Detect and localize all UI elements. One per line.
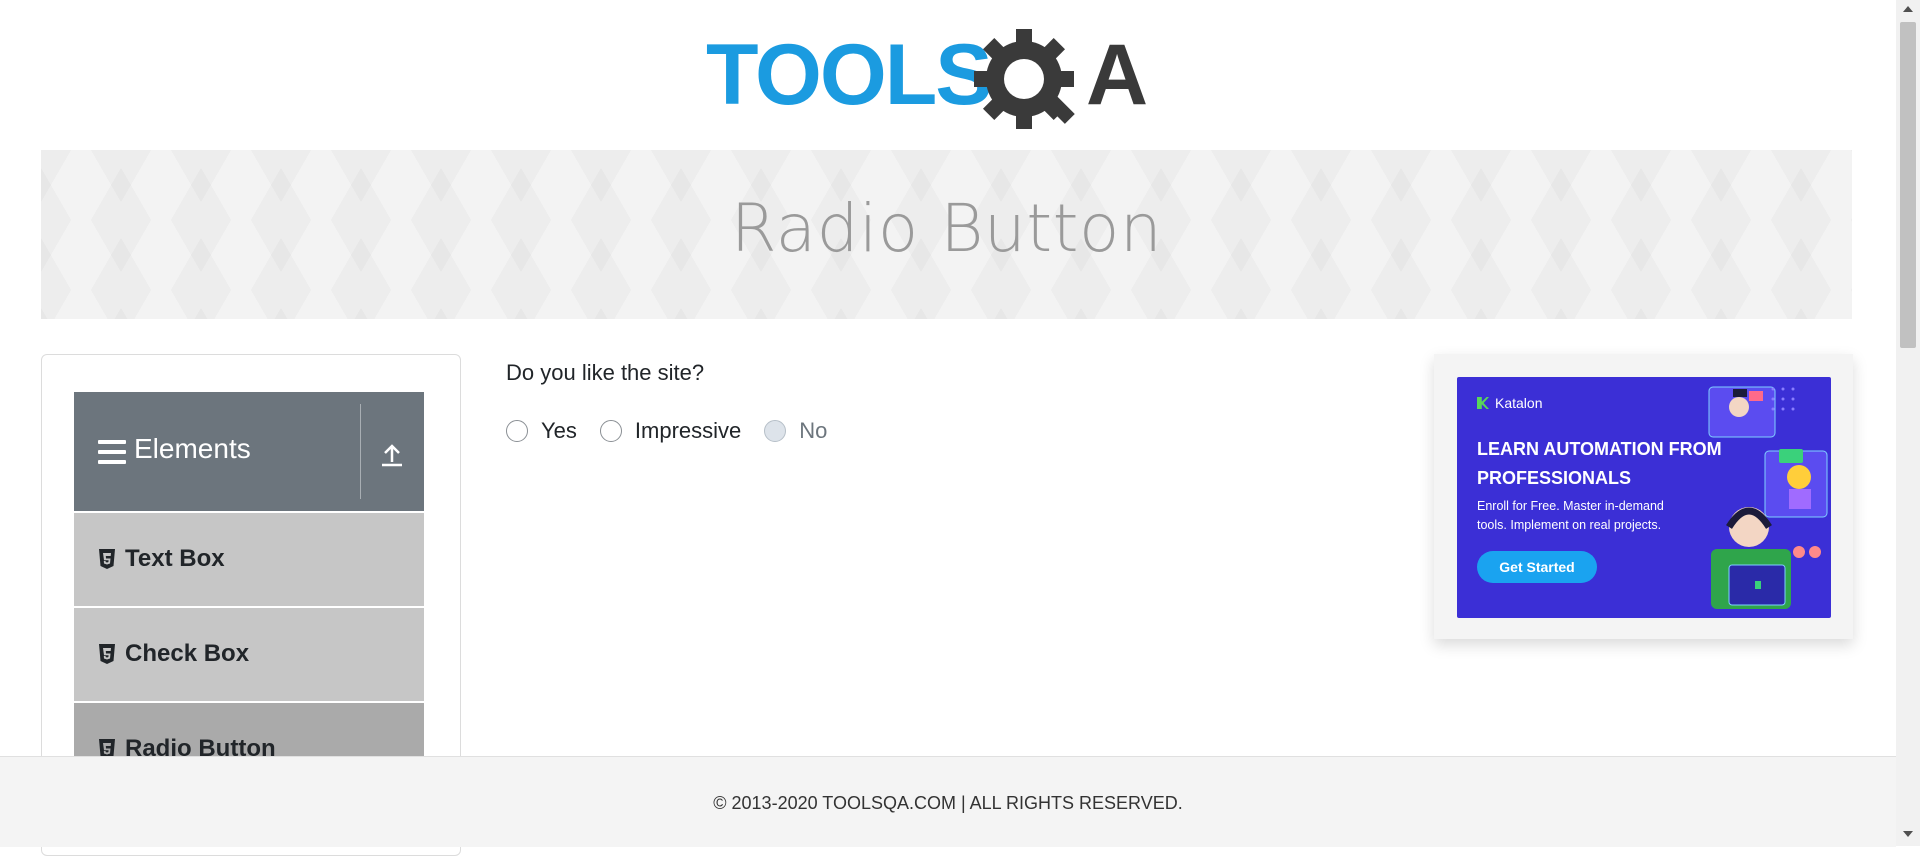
radio-impressive-input[interactable] — [599, 420, 622, 442]
radio-yes-input[interactable] — [506, 420, 528, 442]
radio-yes[interactable]: Yes — [506, 418, 577, 444]
html5-icon — [99, 549, 115, 569]
vertical-scrollbar[interactable] — [1896, 0, 1920, 846]
collapse-upload-icon[interactable] — [377, 440, 407, 470]
html5-icon — [99, 644, 115, 664]
katalon-logo-icon — [1477, 397, 1489, 409]
scrollbar-thumb[interactable] — [1900, 22, 1916, 348]
page-banner: Radio Button — [41, 150, 1852, 319]
ad-get-started-button[interactable]: Get Started — [1477, 551, 1597, 583]
logo-text-a: A — [1086, 27, 1148, 123]
hamburger-icon — [98, 440, 126, 464]
katalon-ad[interactable]: Katalon LEARN AUTOMATION FROM PROFESSION… — [1457, 377, 1831, 618]
gear-icon — [974, 29, 1075, 129]
ad-brand: Katalon — [1477, 395, 1542, 411]
ad-illustration — [1708, 386, 1828, 609]
radio-impressive[interactable]: Impressive — [599, 418, 741, 444]
group-title: Elements — [134, 433, 251, 464]
toolsqa-logo[interactable]: TOOLS A — [706, 22, 1193, 137]
sidebar-item-check-box[interactable]: Check Box — [74, 608, 424, 703]
divider — [360, 404, 361, 499]
footer-copyright: © 2013-2020 TOOLSQA.COM | ALL RIGHTS RES… — [713, 793, 1183, 813]
scroll-down-arrow-icon[interactable] — [1903, 831, 1913, 837]
radio-no-input — [764, 420, 787, 442]
page-title: Radio Button — [730, 190, 1163, 267]
ad-card: Katalon LEARN AUTOMATION FROM PROFESSION… — [1434, 354, 1853, 639]
sidebar-item-label: Check Box — [125, 640, 250, 667]
sidebar-item-label: Text Box — [125, 545, 225, 572]
group-header-elements[interactable]: Elements — [74, 392, 424, 511]
ad-brand-name: Katalon — [1495, 395, 1543, 411]
logo-text-tools: TOOLS — [706, 27, 991, 123]
radio-no: No — [764, 418, 827, 444]
radio-no-label: No — [799, 418, 828, 443]
question-text: Do you like the site? — [506, 360, 705, 385]
ad-subtext: Enroll for Free. Master in-demand tools.… — [1477, 499, 1664, 532]
radio-yes-label[interactable]: Yes — [541, 418, 577, 444]
scroll-up-arrow-icon[interactable] — [1903, 6, 1913, 12]
sidebar-item-text-box[interactable]: Text Box — [74, 513, 424, 608]
radio-group: Yes Impressive No — [506, 418, 850, 444]
footer: © 2013-2020 TOOLSQA.COM | ALL RIGHTS RES… — [0, 756, 1896, 847]
radio-impressive-label[interactable]: Impressive — [635, 418, 741, 444]
